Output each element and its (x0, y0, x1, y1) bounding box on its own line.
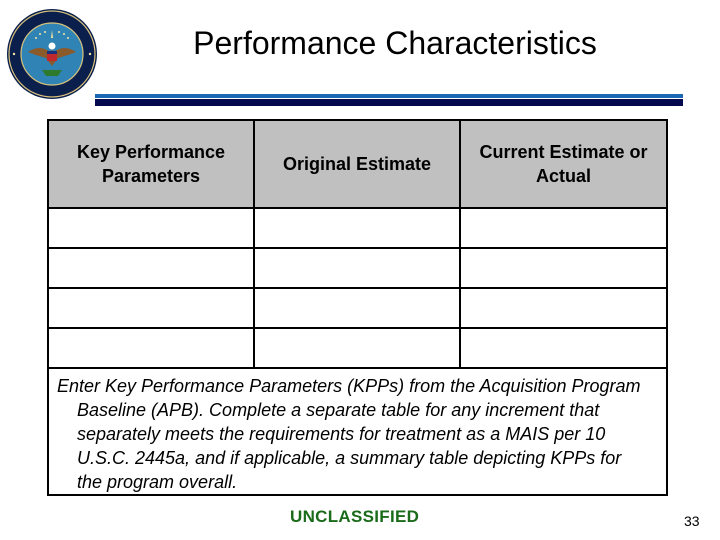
note-cell: Enter Key Performance Parameters (KPPs) … (47, 367, 668, 496)
table-row (47, 327, 668, 369)
table-header-row: Key Performance Parameters Original Esti… (47, 119, 668, 209)
table-note-row: Enter Key Performance Parameters (KPPs) … (47, 367, 668, 496)
table-cell[interactable] (47, 207, 255, 249)
table-cell[interactable] (47, 287, 255, 329)
title-underline-light (95, 94, 683, 98)
header-current-estimate-or-actual: Current Estimate or Actual (459, 119, 668, 209)
title-underline-dark (95, 99, 683, 106)
table-row (47, 247, 668, 289)
page-number: 33 (684, 513, 700, 529)
kpp-table: Key Performance Parameters Original Esti… (47, 119, 668, 496)
slide-title: Performance Characteristics (193, 25, 597, 61)
table-cell[interactable] (459, 327, 668, 369)
table-cell[interactable] (459, 247, 668, 289)
table-cell[interactable] (253, 207, 461, 249)
table-cell[interactable] (253, 247, 461, 289)
table-row (47, 287, 668, 329)
table-cell[interactable] (253, 327, 461, 369)
table-cell[interactable] (459, 207, 668, 249)
table-cell[interactable] (253, 287, 461, 329)
department-of-defense-seal-icon (6, 8, 98, 100)
header-key-performance-parameters: Key Performance Parameters (47, 119, 255, 209)
table-cell[interactable] (47, 247, 255, 289)
header-original-estimate: Original Estimate (253, 119, 461, 209)
table-row (47, 207, 668, 249)
table-cell[interactable] (47, 327, 255, 369)
table-cell[interactable] (459, 287, 668, 329)
instruction-note: Enter Key Performance Parameters (KPPs) … (57, 376, 641, 492)
classification-marking: UNCLASSIFIED (290, 507, 420, 526)
